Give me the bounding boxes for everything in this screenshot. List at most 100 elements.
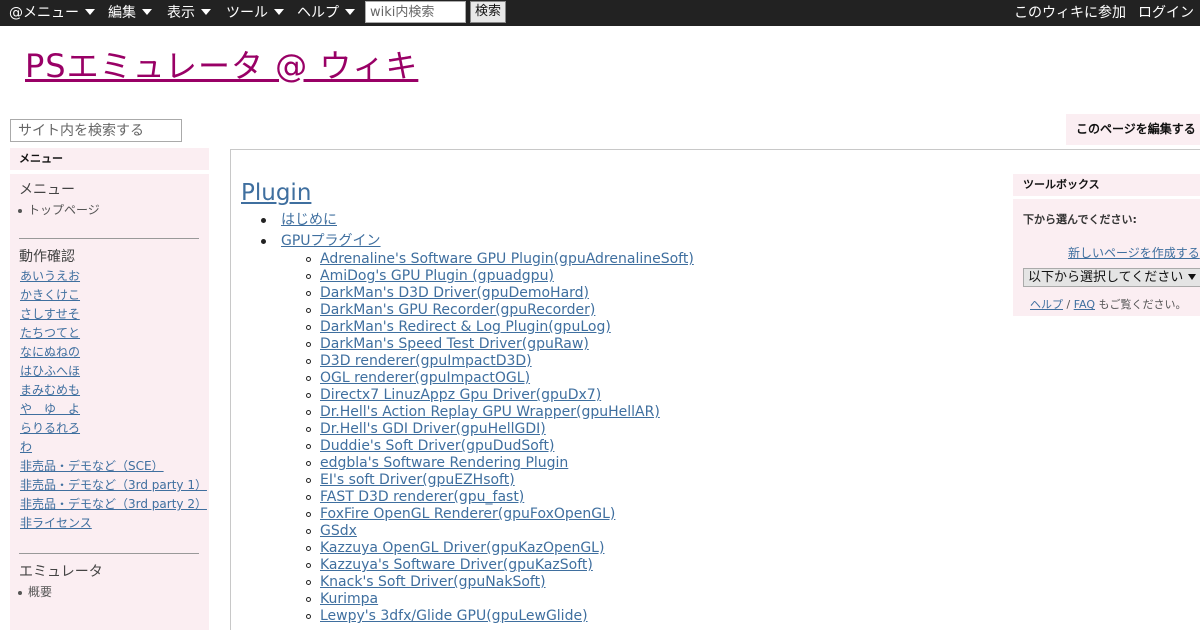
list-item: Lewpy's 3dfx/Glide GPU(gpuLewGlide) [306, 608, 588, 624]
menu-label: 編集 [108, 5, 136, 21]
sidebar-item-overview[interactable]: 概要 [18, 583, 52, 600]
plugin-link[interactable]: Directx7 LinuzAppz Gpu Driver(gpuDx7) [320, 387, 601, 403]
plugin-link[interactable]: Adrenaline's Software GPU Plugin(gpuAdre… [320, 251, 694, 267]
plugin-link[interactable]: Lewpy's 3dfx/Glide GPU(gpuLewGlide) [320, 608, 588, 624]
content-link[interactable]: はじめに [281, 212, 337, 228]
list-item: DarkMan's Redirect & Log Plugin(gpuLog) [306, 319, 611, 335]
bullet-icon [306, 613, 311, 619]
bullet-icon [306, 409, 311, 415]
plugin-link[interactable]: Dr.Hell's GDI Driver(gpuHellGDI) [320, 421, 546, 437]
menu-dropdown-edit[interactable]: 編集 [108, 0, 152, 26]
sidebar-link[interactable]: たちつてと [20, 324, 80, 341]
help-link[interactable]: ヘルプ [1030, 298, 1063, 311]
bullet-icon [306, 290, 311, 296]
bullet-icon [306, 392, 311, 398]
sidebar-link[interactable]: なにぬねの [20, 343, 80, 360]
menu-dropdown-tools[interactable]: ツール [226, 0, 284, 26]
menu-label: 表示 [167, 5, 195, 21]
menu-section-title: エミュレータ [19, 564, 103, 580]
bullet-icon [306, 477, 311, 483]
plugin-link[interactable]: OGL renderer(gpuImpactOGL) [320, 370, 530, 386]
plugin-link[interactable]: Dr.Hell's Action Replay GPU Wrapper(gpuH… [320, 404, 660, 420]
menu-section-title: 動作確認 [19, 249, 75, 265]
chevron-down-icon [201, 9, 211, 15]
plugin-link[interactable]: Kazzuya's Software Driver(gpuKazSoft) [320, 557, 593, 573]
bullet-icon [306, 511, 311, 517]
list-item: Kazzuya's Software Driver(gpuKazSoft) [306, 557, 593, 573]
plugin-link[interactable]: AmiDog's GPU Plugin (gpuadgpu) [320, 268, 554, 284]
bullet-icon [306, 273, 311, 279]
sidebar-link[interactable]: かきくけこ [20, 286, 80, 303]
menu-label: ヘルプ [297, 5, 339, 21]
list-item: はじめに [261, 209, 337, 229]
plugin-link[interactable]: DarkMan's GPU Recorder(gpuRecorder) [320, 302, 595, 318]
plugin-link[interactable]: DarkMan's Speed Test Driver(gpuRaw) [320, 336, 589, 352]
list-item: DarkMan's D3D Driver(gpuDemoHard) [306, 285, 589, 301]
plugin-link[interactable]: D3D renderer(gpuImpactD3D) [320, 353, 532, 369]
toolbox: 下から選んでください: 新しいページを作成する 以下から選択してください ヘルプ… [1013, 199, 1200, 316]
sidebar-item-label: 概要 [28, 585, 53, 599]
wiki-search-button[interactable]: 検索 [470, 1, 506, 23]
create-new-page-link[interactable]: 新しいページを作成する [1068, 244, 1200, 261]
sidebar-link[interactable]: まみむめも [20, 381, 80, 398]
sidebar-link[interactable]: 非売品・デモなど（3rd party 2） [20, 495, 207, 512]
plugin-link[interactable]: FAST D3D renderer(gpu_fast) [320, 489, 524, 505]
list-item: DarkMan's GPU Recorder(gpuRecorder) [306, 302, 595, 318]
menu-heading: メニュー [10, 148, 209, 170]
menu-dropdown-help[interactable]: ヘルプ [297, 0, 355, 26]
list-item: GPUプラグイン [261, 230, 381, 250]
sidebar-item-top-page[interactable]: トップページ [18, 201, 100, 218]
menu-dropdown-view[interactable]: 表示 [167, 0, 211, 26]
list-item: edgbla's Software Rendering Plugin [306, 455, 568, 471]
sidebar-link[interactable]: や ゆ よ [20, 400, 80, 417]
edit-page-button[interactable]: このページを編集する [1066, 114, 1200, 145]
bullet-icon [306, 256, 311, 262]
sidebar-link[interactable]: あいうえお [20, 267, 80, 284]
plugin-link[interactable]: DarkMan's Redirect & Log Plugin(gpuLog) [320, 319, 611, 335]
sidebar-link[interactable]: らりるれろ [20, 419, 80, 436]
list-item: Knack's Soft Driver(gpuNakSoft) [306, 574, 546, 590]
plugin-link[interactable]: Knack's Soft Driver(gpuNakSoft) [320, 574, 546, 590]
site-search-input[interactable] [10, 119, 182, 142]
section-divider [19, 553, 199, 554]
sidebar-link[interactable]: 非売品・デモなど（SCE） [20, 457, 164, 474]
bullet-icon [306, 307, 311, 313]
bullet-icon [261, 238, 266, 244]
plugin-link[interactable]: Kazzuya OpenGL Driver(gpuKazOpenGL) [320, 540, 604, 556]
top-bar: @メニュー 編集 表示 ツール ヘルプ 検索 このウィキに参加 ログイン [0, 0, 1200, 26]
login-link[interactable]: ログイン [1138, 0, 1194, 26]
plugin-link[interactable]: DarkMan's D3D Driver(gpuDemoHard) [320, 285, 589, 301]
bullet-icon [18, 590, 22, 595]
plugin-link[interactable]: GSdx [320, 523, 357, 539]
list-item: Dr.Hell's Action Replay GPU Wrapper(gpuH… [306, 404, 660, 420]
toolbox-help-text: ヘルプ / FAQ もご覧ください。 [1030, 298, 1187, 311]
sidebar-link[interactable]: 非売品・デモなど（3rd party 1） [20, 476, 207, 493]
menu-dropdown-atmenu[interactable]: @メニュー [9, 0, 95, 26]
list-item: FAST D3D renderer(gpu_fast) [306, 489, 524, 505]
sidebar-link[interactable]: はひふへほ [20, 362, 80, 379]
plugin-link[interactable]: FoxFire OpenGL Renderer(gpuFoxOpenGL) [320, 506, 615, 522]
plugin-link[interactable]: EI's soft Driver(gpuEZHsoft) [320, 472, 515, 488]
toolbox-heading: ツールボックス [1013, 174, 1200, 196]
bullet-icon [306, 562, 311, 568]
chevron-down-icon [85, 9, 95, 15]
sidebar-link[interactable]: 非ライセンス [20, 514, 92, 531]
plugin-link[interactable]: Duddie's Soft Driver(gpuDudSoft) [320, 438, 554, 454]
plugin-link[interactable]: edgbla's Software Rendering Plugin [320, 455, 568, 471]
faq-link[interactable]: FAQ [1074, 298, 1095, 311]
site-title-link[interactable]: PSエミュレータ @ ウィキ [25, 46, 418, 86]
wiki-search-input[interactable] [365, 1, 466, 23]
join-wiki-link[interactable]: このウィキに参加 [1014, 0, 1126, 26]
toolbox-select[interactable]: 以下から選択してください [1023, 268, 1200, 287]
plugin-link[interactable]: Kurimpa [320, 591, 378, 607]
menu-label: @メニュー [9, 5, 79, 21]
sidebar-link[interactable]: わ [20, 438, 32, 455]
page-heading-link[interactable]: Plugin [241, 178, 311, 208]
list-item: Duddie's Soft Driver(gpuDudSoft) [306, 438, 554, 454]
help-suffix: もご覧ください。 [1098, 298, 1187, 311]
sidebar-link[interactable]: さしすせそ [20, 305, 80, 322]
list-item: Directx7 LinuzAppz Gpu Driver(gpuDx7) [306, 387, 601, 403]
content-link[interactable]: GPUプラグイン [281, 233, 381, 249]
bullet-icon [306, 579, 311, 585]
chevron-down-icon [274, 9, 284, 15]
